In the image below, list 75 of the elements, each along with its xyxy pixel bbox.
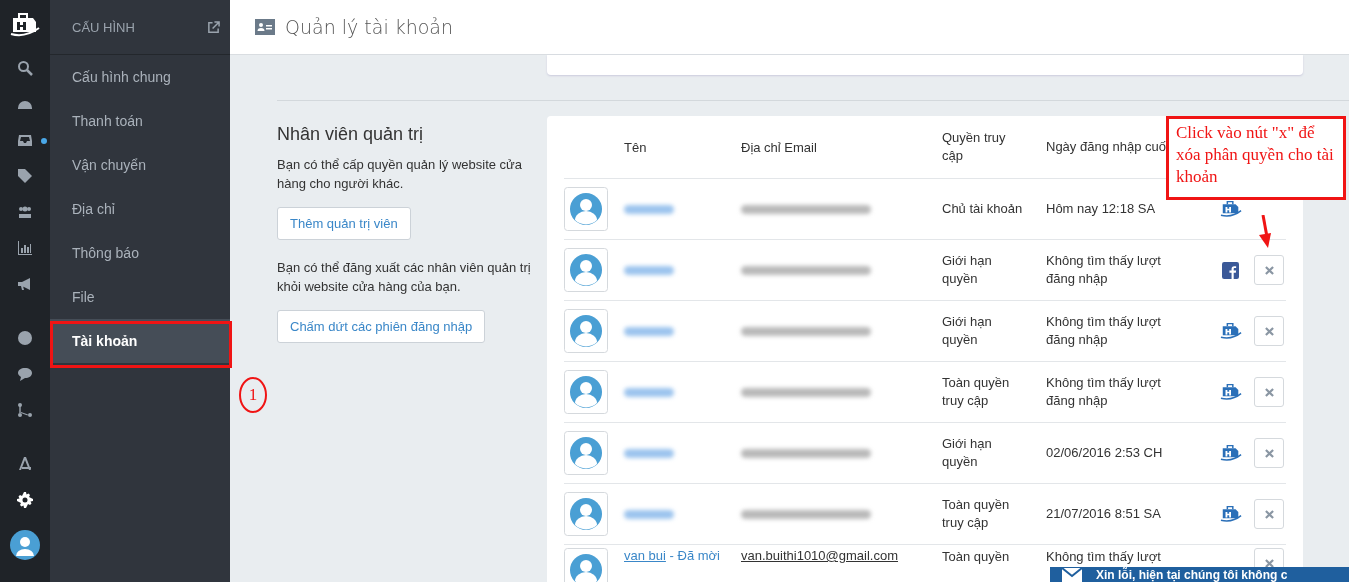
close-icon (1264, 387, 1274, 397)
megaphone-icon (17, 276, 33, 292)
external-link-icon[interactable] (207, 20, 220, 34)
shop-logo-icon (1219, 201, 1242, 217)
section-title: Nhân viên quản trị (277, 124, 425, 145)
sidebar-item[interactable]: Thông báo (50, 231, 230, 275)
chat-message: Xin lỗi, hiện tại chúng tôi không c (1096, 568, 1288, 582)
email-link[interactable]: van.buithi1010@gmail.com (741, 548, 898, 563)
logo-icon[interactable] (9, 10, 41, 38)
user-name-link[interactable]: van bui (624, 548, 666, 563)
table-cell-text: Toàn quyền (942, 548, 1011, 566)
close-icon (1264, 326, 1274, 336)
sidebar-item[interactable]: Vận chuyển (50, 143, 230, 187)
sidebar-title: CẤU HÌNH (72, 19, 135, 35)
table-cell-text: Giới hạn quyền (942, 252, 993, 288)
avatar-icon (564, 492, 608, 536)
avatar-icon (564, 187, 608, 231)
chart-icon (17, 240, 33, 256)
column-header: Quyền truy cập (942, 129, 1007, 165)
remove-button[interactable] (1254, 499, 1284, 529)
close-icon (1264, 265, 1274, 275)
table-cell-text: Hôm nay 12:18 SA (1046, 200, 1157, 218)
end-sessions-button[interactable]: Chấm dứt các phiên đăng nhập (277, 310, 486, 343)
close-icon (1264, 448, 1274, 458)
table-cell-text: Toàn quyền truy cập (942, 496, 1011, 532)
branch-icon (17, 402, 33, 418)
sidebar-item[interactable]: Cấu hình chung (50, 55, 230, 99)
users-icon (17, 204, 33, 220)
close-icon (1264, 509, 1274, 519)
table-cell-text: Giới hạn quyền (942, 435, 993, 471)
table-cell-text: 02/06/2016 2:53 CH (1046, 444, 1164, 462)
remove-button[interactable] (1254, 377, 1284, 407)
column-header: Địa chỉ Email (741, 139, 818, 155)
section-description: Bạn có thể đăng xuất các nhân viên quản trị khỏi website cửa hàng của bạn. (277, 259, 532, 296)
table-cell-text: Không tìm thấy lượt đăng nhập (1046, 252, 1162, 288)
avatar-icon (564, 370, 608, 414)
step-marker: 1 (239, 377, 267, 413)
table-cell-text: Toàn quyền truy cập (942, 374, 1011, 410)
avatar-icon (564, 248, 608, 292)
contact-card-icon (255, 19, 275, 35)
close-icon (1264, 558, 1274, 568)
search-icon (17, 60, 33, 76)
sidebar-item[interactable]: Thanh toán (50, 99, 230, 143)
chat-toast[interactable]: Xin lỗi, hiện tại chúng tôi không c (1050, 567, 1349, 582)
table-cell-text: Giới hạn quyền (942, 313, 993, 349)
shop-logo-icon (1219, 323, 1242, 339)
gear-icon (17, 492, 33, 508)
table-cell-text: 21/07/2016 8:51 SA (1046, 505, 1162, 523)
shop-logo-icon (1219, 445, 1242, 461)
shop-logo-icon (1219, 384, 1242, 400)
inbox-icon (17, 132, 33, 148)
arrow-icon (1258, 215, 1272, 249)
table-cell-text: Chủ tài khoản (942, 200, 1024, 218)
section-description: Bạn có thể cấp quyền quản lý website cửa hàng cho người khác. (277, 156, 524, 193)
facebook-icon (1222, 261, 1239, 279)
column-header: Tên (624, 139, 648, 155)
column-header: Ngày đăng nhập cuố (1046, 138, 1166, 156)
table-cell-text: Không tìm thấy lượt (1046, 548, 1162, 566)
page-title: Quản lý tài khoản (285, 16, 454, 38)
add-admin-button[interactable]: Thêm quản trị viên (277, 207, 411, 240)
remove-button[interactable] (1254, 255, 1284, 285)
chat-icon (17, 366, 33, 382)
remove-button[interactable] (1254, 438, 1284, 468)
sidebar-item[interactable]: File (50, 275, 230, 319)
avatar-icon[interactable] (10, 530, 40, 560)
avatar-icon (564, 431, 608, 475)
invited-status: - Đã mời (669, 548, 720, 563)
callout-note: Click vào nút "x" để xóa phân quyền cho tài khoản (1166, 116, 1346, 200)
table-cell-text: Không tìm thấy lượt đăng nhập (1046, 374, 1162, 410)
remove-button[interactable] (1254, 316, 1284, 346)
tag-icon (17, 168, 33, 184)
avatar-icon (564, 309, 608, 353)
sidebar-item[interactable]: Địa chỉ (50, 187, 230, 231)
shop-logo-icon (1219, 506, 1242, 522)
table-cell-text: Không tìm thấy lượt đăng nhập (1046, 313, 1162, 349)
